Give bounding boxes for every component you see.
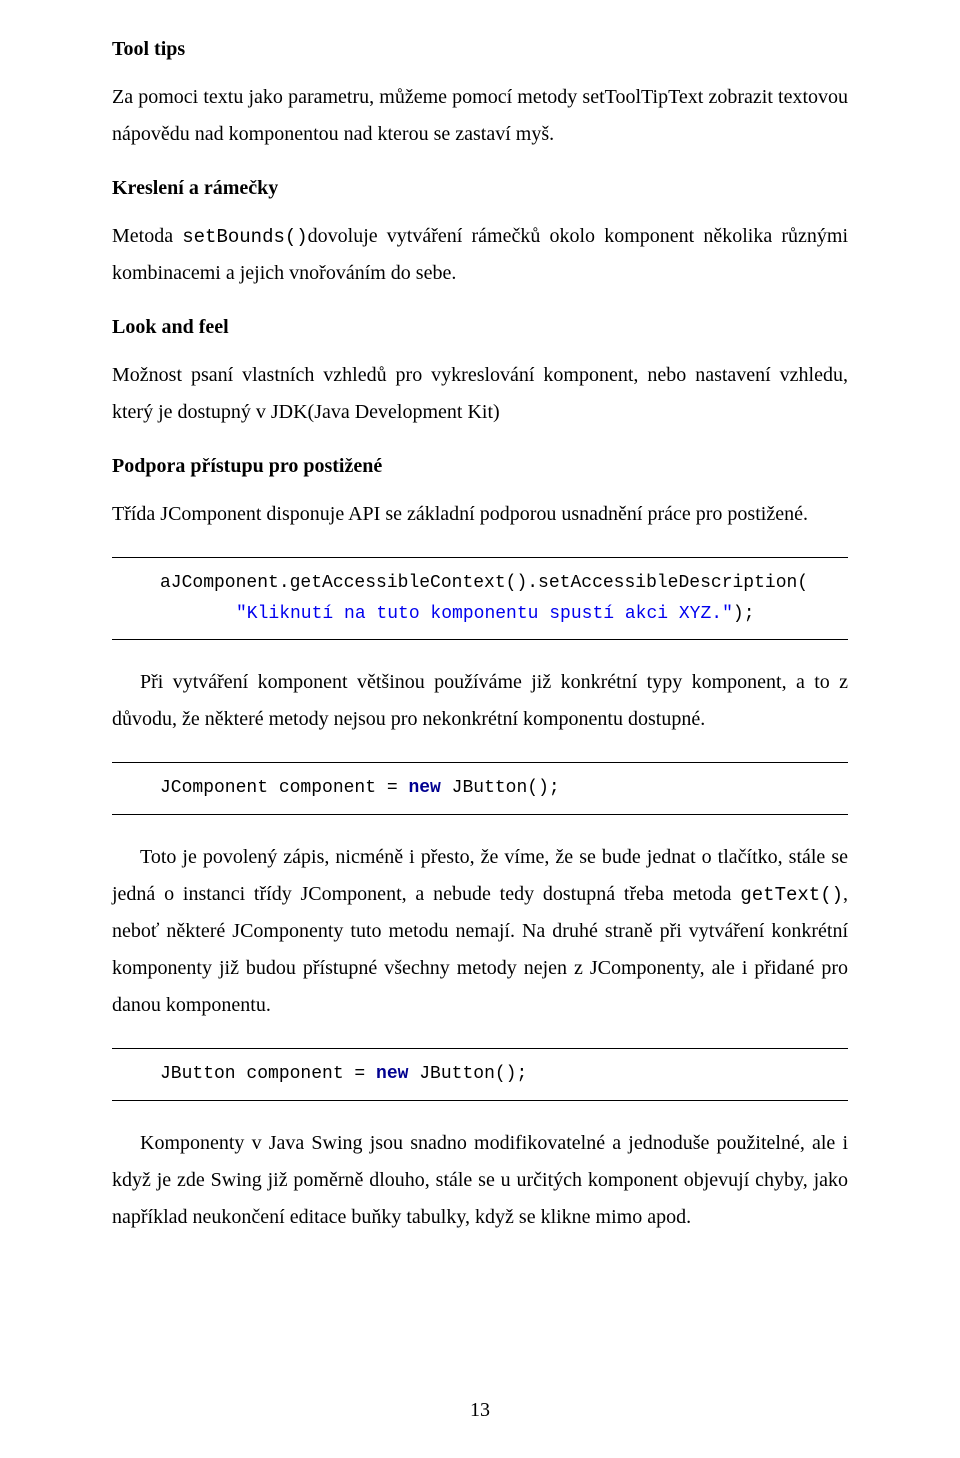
code-keyword-new: new: [408, 778, 440, 798]
heading-kresleni: Kreslení a rámečky: [112, 177, 848, 200]
code-line: "Kliknutí na tuto komponentu spustí akci…: [160, 599, 848, 630]
heading-tool-tips: Tool tips: [112, 38, 848, 61]
code-text: JButton();: [408, 1064, 527, 1084]
code-tail: );: [733, 604, 755, 624]
code-text: JButton();: [441, 778, 560, 798]
code-text: JButton component =: [160, 1064, 376, 1084]
para-vytv-2: Toto je povolený zápis, nicméně i přesto…: [112, 839, 848, 1024]
code-line: JComponent component = new JButton();: [160, 773, 848, 804]
page-number: 13: [0, 1399, 960, 1422]
para-tool-tips: Za pomoci textu jako parametru, můžeme p…: [112, 79, 848, 153]
code-block-jcomponent: JComponent component = new JButton();: [112, 762, 848, 815]
code-line: JButton component = new JButton();: [160, 1059, 848, 1090]
inline-code-setbounds: setBounds(): [182, 226, 307, 248]
heading-look-and-feel: Look and feel: [112, 316, 848, 339]
inline-code-gettext: getText(): [740, 884, 843, 906]
code-text: JComponent component =: [160, 778, 408, 798]
code-keyword-new: new: [376, 1064, 408, 1084]
para-summary: Komponenty v Java Swing jsou snadno modi…: [112, 1125, 848, 1236]
para-kresleni: Metoda setBounds()dovoluje vytváření rám…: [112, 218, 848, 292]
para-look-and-feel: Možnost psaní vlastních vzhledů pro vykr…: [112, 357, 848, 431]
para-podpora: Třída JComponent disponuje API se základ…: [112, 496, 848, 533]
text-fragment: Metoda: [112, 225, 182, 247]
heading-podpora: Podpora přístupu pro postižené: [112, 455, 848, 478]
code-block-jbutton: JButton component = new JButton();: [112, 1048, 848, 1101]
code-string: "Kliknutí na tuto komponentu spustí akci…: [236, 604, 733, 624]
document-page: Tool tips Za pomoci textu jako parametru…: [0, 0, 960, 1458]
para-vytv-1: Při vytváření komponent většinou používá…: [112, 664, 848, 738]
code-line: aJComponent.getAccessibleContext().setAc…: [160, 568, 848, 599]
text-fragment: Toto je povolený zápis, nicméně i přesto…: [112, 846, 848, 905]
code-block-accessible: aJComponent.getAccessibleContext().setAc…: [112, 557, 848, 640]
